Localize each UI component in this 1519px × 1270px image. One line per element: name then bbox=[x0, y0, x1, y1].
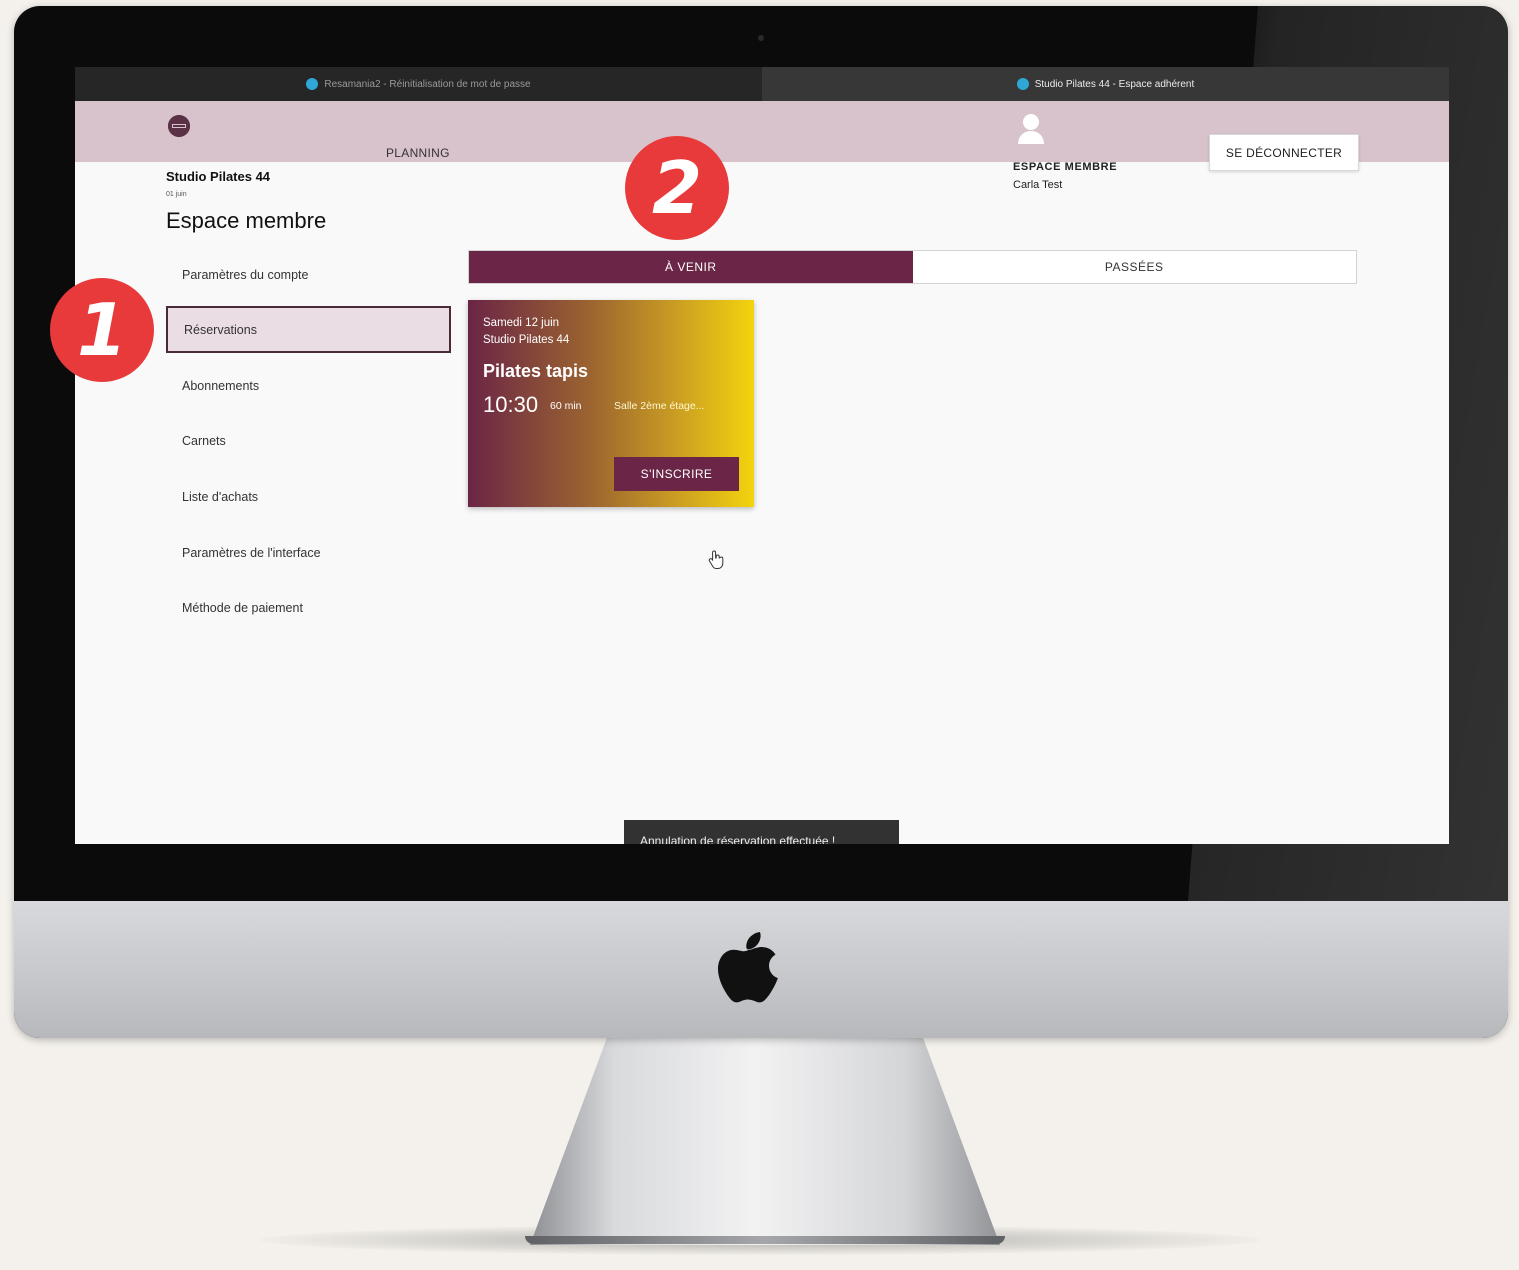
class-studio: Studio Pilates 44 bbox=[483, 334, 570, 346]
imac-chin bbox=[14, 901, 1508, 1038]
sidebar-item-booklets[interactable]: Carnets bbox=[166, 417, 451, 464]
browser-tab-bar: Resamania2 - Réinitialisation de mot de … bbox=[75, 67, 1449, 101]
tab-title: Studio Pilates 44 - Espace adhérent bbox=[1034, 78, 1195, 90]
studio-date: 01 juin bbox=[166, 191, 187, 198]
imac-stand bbox=[530, 1035, 1000, 1245]
reservation-tabs: À VENIR PASSÉES bbox=[468, 250, 1357, 284]
favicon-icon bbox=[306, 78, 319, 90]
member-name: Carla Test bbox=[1013, 179, 1063, 191]
snackbar-toast: Annulation de réservation effectuée ! bbox=[624, 820, 899, 844]
logout-button[interactable]: SE DÉCONNECTER bbox=[1209, 134, 1359, 171]
class-time: 10:30 bbox=[483, 392, 539, 417]
sidebar-item-payment-method[interactable]: Méthode de paiement bbox=[166, 584, 451, 631]
screen: Resamania2 - Réinitialisation de mot de … bbox=[75, 67, 1449, 844]
reservation-card: Samedi 12 juin Studio Pilates 44 Pilates… bbox=[468, 300, 754, 507]
browser-tab-reset-password[interactable]: Resamania2 - Réinitialisation de mot de … bbox=[75, 67, 762, 101]
class-date: Samedi 12 juin bbox=[483, 317, 560, 329]
hand-cursor-icon bbox=[708, 550, 724, 569]
sidebar-item-subscriptions[interactable]: Abonnements bbox=[166, 362, 451, 409]
studio-name: Studio Pilates 44 bbox=[166, 169, 271, 184]
sidebar-item-interface-settings[interactable]: Paramètres de l'interface bbox=[166, 529, 451, 576]
favicon-icon bbox=[1016, 78, 1029, 90]
page-title: Espace membre bbox=[166, 208, 327, 233]
step-number: 1 bbox=[76, 288, 128, 372]
browser-tab-member-area[interactable]: Studio Pilates 44 - Espace adhérent bbox=[762, 67, 1449, 101]
tab-upcoming[interactable]: À VENIR bbox=[469, 251, 913, 283]
studio-logo[interactable] bbox=[168, 115, 190, 137]
apple-logo-icon bbox=[718, 932, 778, 1003]
nav-planning[interactable]: PLANNING bbox=[386, 146, 450, 160]
sidebar-item-purchases[interactable]: Liste d'achats bbox=[166, 473, 451, 520]
tab-past[interactable]: PASSÉES bbox=[912, 251, 1356, 283]
tab-title: Resamania2 - Réinitialisation de mot de … bbox=[324, 78, 531, 90]
step-badge-2: 2 bbox=[625, 136, 729, 240]
user-avatar-icon[interactable] bbox=[1016, 112, 1046, 144]
register-button[interactable]: S'INSCRIRE bbox=[614, 457, 739, 491]
class-duration: 60 min bbox=[550, 400, 582, 412]
camera-icon bbox=[758, 35, 764, 41]
class-room: Salle 2ème étage... bbox=[614, 400, 705, 412]
step-number: 2 bbox=[651, 146, 703, 230]
imac-stand-base bbox=[525, 1236, 1005, 1244]
sidebar-item-reservations[interactable]: Réservations bbox=[166, 306, 451, 353]
pilates-logo-icon bbox=[168, 115, 190, 137]
member-area-label: ESPACE MEMBRE bbox=[1013, 161, 1118, 173]
sidebar-item-account-settings[interactable]: Paramètres du compte bbox=[166, 251, 451, 298]
step-badge-1: 1 bbox=[50, 278, 154, 382]
class-title: Pilates tapis bbox=[483, 361, 589, 381]
